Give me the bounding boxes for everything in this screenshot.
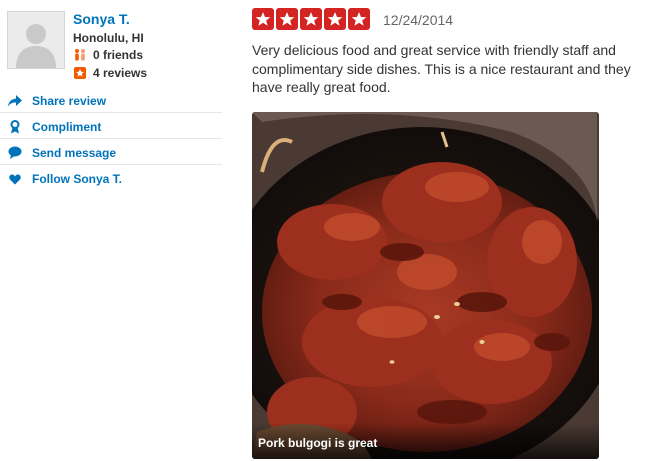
avatar[interactable] — [7, 11, 65, 69]
share-arrow-icon — [7, 94, 23, 107]
friends-count-label: 0 friends — [93, 48, 144, 62]
photo-caption-bar: Pork bulgogi is great — [252, 423, 599, 459]
user-name-link[interactable]: Sonya T. — [73, 11, 130, 27]
compliment-label: Compliment — [32, 119, 102, 134]
friends-count: 0 friends — [73, 48, 143, 62]
heart-icon — [7, 174, 23, 185]
send-message-label: Send message — [32, 145, 117, 160]
speech-bubble-icon — [7, 146, 23, 159]
food-photo-image — [252, 112, 599, 459]
rating-star-icon — [252, 8, 274, 30]
follow-user-label: Follow Sonya T. — [32, 172, 123, 186]
rating-star-icon — [324, 8, 346, 30]
rating-star-icon — [276, 8, 298, 30]
rating-star-icon — [300, 8, 322, 30]
ribbon-icon — [7, 119, 23, 134]
review-date: 12/24/2014 — [383, 12, 454, 28]
reviews-count: 4 reviews — [73, 66, 147, 80]
send-message-button[interactable]: Send message — [0, 139, 222, 165]
reviews-count-label: 4 reviews — [93, 66, 148, 80]
share-review-label: Share review — [32, 93, 107, 108]
share-review-button[interactable]: Share review — [0, 87, 222, 113]
photo-caption: Pork bulgogi is great — [258, 436, 378, 450]
follow-user-button[interactable]: Follow Sonya T. — [0, 165, 222, 191]
default-user-icon — [8, 12, 64, 68]
friends-icon — [73, 48, 87, 62]
star-rating — [252, 8, 370, 30]
compliment-button[interactable]: Compliment — [0, 113, 222, 139]
review-actions: Share review Compliment Send message Fol… — [0, 87, 222, 191]
review-star-icon — [73, 66, 87, 80]
rating-star-icon — [348, 8, 370, 30]
review-text: Very delicious food and great service wi… — [252, 42, 631, 95]
user-location: Honolulu, HI — [73, 31, 144, 45]
review-photo[interactable]: Pork bulgogi is great — [252, 112, 599, 459]
